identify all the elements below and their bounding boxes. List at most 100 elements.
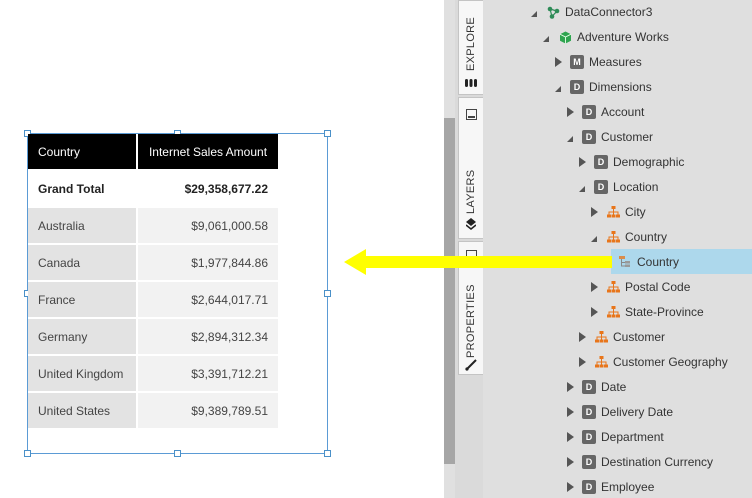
dimension-icon: D [582, 455, 596, 469]
dimension-icon: D [582, 130, 596, 144]
expand-toggle[interactable] [576, 351, 588, 373]
tree-node[interactable]: Customer Geography [576, 351, 728, 373]
connector-icon [546, 5, 560, 19]
tree-node[interactable]: D Destination Currency [564, 451, 713, 473]
hierarchy-icon [606, 305, 620, 319]
tab-layers[interactable]: LAYERS [458, 97, 483, 239]
amount-cell: $2,894,312.34 [138, 319, 278, 354]
tree-node-label: Customer Geography [613, 355, 728, 369]
dimension-icon: D [582, 105, 596, 119]
tree-node[interactable]: M Measures [552, 51, 642, 73]
hierarchy-icon [606, 230, 620, 244]
tree-node[interactable]: D Delivery Date [564, 401, 673, 423]
table-row[interactable]: Germany $2,894,312.34 [28, 319, 278, 356]
resize-handle-right[interactable] [324, 290, 331, 297]
table-row[interactable]: Australia $9,061,000.58 [28, 208, 278, 245]
tab-properties-label: PROPERTIES [465, 284, 477, 358]
expand-toggle[interactable] [588, 276, 600, 298]
collapse-toggle[interactable] [564, 126, 576, 148]
resize-handle-top-right[interactable] [324, 130, 331, 137]
expand-toggle[interactable] [564, 476, 576, 498]
resize-handle-bottom-left[interactable] [24, 450, 31, 457]
tree-node[interactable]: Country [588, 226, 667, 248]
tree-node[interactable]: D Employee [564, 476, 654, 498]
country-cell: France [28, 282, 136, 317]
tree-node-label: DataConnector3 [565, 5, 653, 19]
column-header-internet-sales-amount[interactable]: Internet Sales Amount [138, 134, 278, 169]
chevron-right-icon [566, 482, 574, 492]
tab-explore[interactable]: EXPLORE [458, 0, 483, 95]
chevron-down-icon [555, 85, 561, 92]
tree-node-label: Employee [601, 480, 655, 494]
collapse-toggle[interactable] [588, 226, 600, 248]
tree-node[interactable]: State-Province [588, 301, 704, 323]
tree-node[interactable]: D Dimensions [552, 76, 652, 98]
dimension-icon: D [570, 80, 584, 94]
table-row[interactable]: United States $9,389,789.51 [28, 393, 278, 430]
amount-cell: $3,391,712.21 [138, 356, 278, 391]
tree-node[interactable]: D Demographic [576, 151, 684, 173]
expand-toggle[interactable] [588, 301, 600, 323]
collapse-toggle[interactable] [540, 26, 552, 48]
expand-toggle[interactable] [564, 376, 576, 398]
level-icon [618, 255, 632, 269]
table-row[interactable]: United Kingdom $3,391,712.21 [28, 356, 278, 393]
chevron-right-icon [566, 432, 574, 442]
tree-node[interactable]: Adventure Works [540, 26, 669, 48]
chevron-right-icon [578, 157, 586, 167]
expand-toggle[interactable] [552, 51, 564, 73]
chevron-down-icon [543, 35, 549, 42]
column-header-country[interactable]: Country [28, 134, 136, 169]
tree-node-label: Country [625, 230, 668, 244]
table-row[interactable]: France $2,644,017.71 [28, 282, 278, 319]
amount-cell: $9,389,789.51 [138, 393, 278, 428]
tree-node[interactable]: Customer [576, 326, 665, 348]
collapse-toggle[interactable] [576, 176, 588, 198]
tab-layers-label: LAYERS [465, 169, 477, 214]
tree-node[interactable]: DataConnector3 [528, 1, 652, 23]
resize-handle-bottom[interactable] [174, 450, 181, 457]
dimension-icon: D [594, 155, 608, 169]
tree-node[interactable]: City [588, 201, 646, 223]
collapse-toggle[interactable] [528, 1, 540, 23]
chevron-right-icon [590, 282, 598, 292]
chevron-down-icon [579, 185, 585, 192]
expand-toggle[interactable] [564, 401, 576, 423]
dimension-icon: D [582, 405, 596, 419]
tree-node[interactable]: D Date [564, 376, 626, 398]
dimension-icon: D [582, 480, 596, 494]
pivot-table[interactable]: Country Internet Sales Amount Grand Tota… [28, 134, 278, 430]
expand-toggle[interactable] [564, 426, 576, 448]
tree-node-label: Dimensions [589, 80, 652, 94]
measures-icon: M [570, 55, 584, 69]
resize-handle-bottom-right[interactable] [324, 450, 331, 457]
splitter-handle[interactable] [444, 118, 455, 464]
expand-toggle[interactable] [576, 326, 588, 348]
expand-toggle[interactable] [588, 201, 600, 223]
tree-node-label: Customer [601, 130, 654, 144]
expand-toggle[interactable] [564, 451, 576, 473]
tree-node[interactable]: D Account [564, 101, 644, 123]
chevron-right-icon [554, 57, 562, 67]
tree-node[interactable]: D Location [576, 176, 658, 198]
grand-total-row: Grand Total $29,358,677.22 [28, 171, 278, 208]
tree-node[interactable]: Postal Code [588, 276, 690, 298]
tree-node[interactable]: D Department [564, 426, 664, 448]
hierarchy-icon [606, 205, 620, 219]
chevron-down-icon [591, 235, 597, 242]
grand-total-value: $29,358,677.22 [138, 171, 278, 206]
hierarchy-icon [594, 330, 608, 344]
tree-node-label: Account [601, 105, 645, 119]
hierarchy-icon [594, 355, 608, 369]
drag-arrow-indicator [344, 249, 612, 275]
expand-toggle[interactable] [564, 101, 576, 123]
panel-icon [465, 108, 477, 120]
expand-toggle[interactable] [576, 151, 588, 173]
tree-node[interactable]: D Customer [564, 126, 653, 148]
chevron-right-icon [590, 207, 598, 217]
tree-node-label: State-Province [625, 305, 704, 319]
tab-explore-label: EXPLORE [465, 16, 477, 71]
collapse-toggle[interactable] [552, 76, 564, 98]
table-row[interactable]: Canada $1,977,844.86 [28, 245, 278, 282]
layers-icon [465, 218, 477, 230]
